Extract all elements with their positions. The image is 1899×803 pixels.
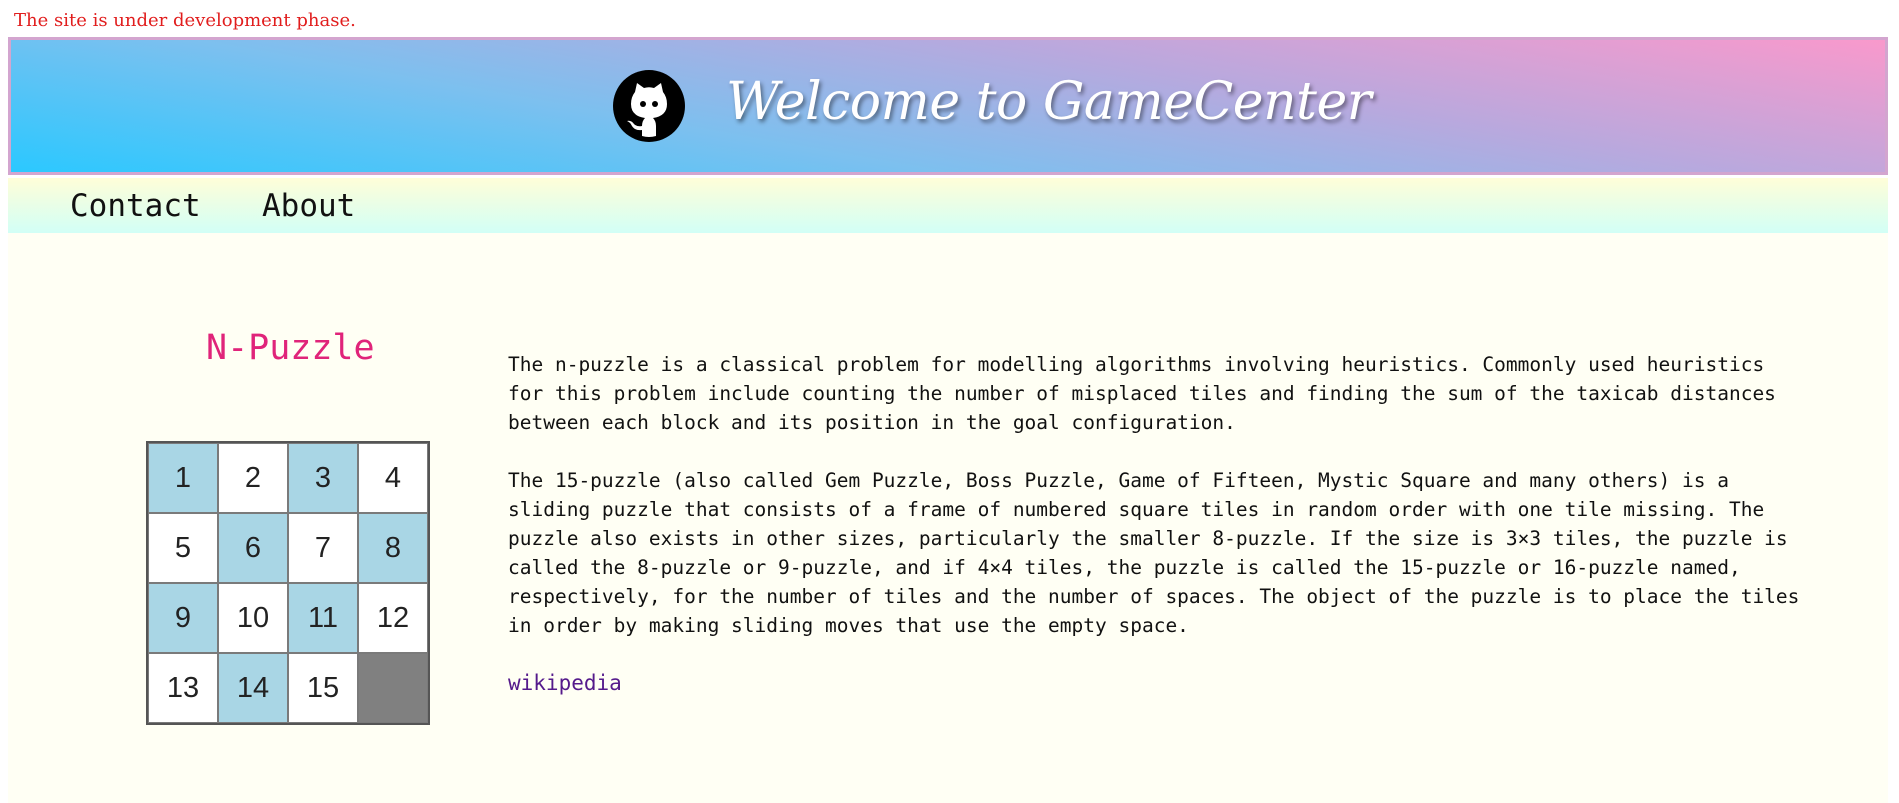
wikipedia-link[interactable]: wikipedia — [508, 671, 622, 695]
github-octocat-icon[interactable] — [613, 70, 685, 142]
puzzle-tile[interactable]: 7 — [288, 513, 358, 583]
puzzle-tile[interactable]: 8 — [358, 513, 428, 583]
puzzle-empty-slot[interactable] — [358, 653, 428, 723]
puzzle-tile[interactable]: 14 — [218, 653, 288, 723]
puzzle-tile[interactable]: 2 — [218, 443, 288, 513]
puzzle-board[interactable]: 1 2 3 4 5 6 7 8 9 10 11 12 13 14 15 — [146, 441, 430, 725]
header-title: Welcome to GameCenter — [726, 72, 1372, 132]
nav-about-link[interactable]: About — [262, 188, 355, 224]
puzzle-tile[interactable]: 9 — [148, 583, 218, 653]
description-paragraph-2: The 15-puzzle (also called Gem Puzzle, B… — [508, 469, 1800, 637]
puzzle-tile[interactable]: 4 — [358, 443, 428, 513]
puzzle-tile[interactable]: 15 — [288, 653, 358, 723]
puzzle-tile[interactable]: 6 — [218, 513, 288, 583]
main-nav: Contact About — [8, 178, 1888, 233]
site-header: Welcome to GameCenter — [8, 37, 1888, 175]
puzzle-tile[interactable]: 13 — [148, 653, 218, 723]
puzzle-tile[interactable]: 5 — [148, 513, 218, 583]
description-paragraph-1: The n-puzzle is a classical problem for … — [508, 353, 1776, 434]
development-notice: The site is under development phase. — [14, 10, 356, 31]
puzzle-tile[interactable]: 12 — [358, 583, 428, 653]
puzzle-title: N-Puzzle — [206, 328, 375, 368]
main-content: N-Puzzle 1 2 3 4 5 6 7 8 9 10 11 12 13 14 15 The n-puz… — [8, 233, 1888, 803]
puzzle-tile[interactable]: 10 — [218, 583, 288, 653]
puzzle-tile[interactable]: 11 — [288, 583, 358, 653]
puzzle-tile[interactable]: 3 — [288, 443, 358, 513]
puzzle-tile[interactable]: 1 — [148, 443, 218, 513]
nav-contact-link[interactable]: Contact — [70, 188, 201, 224]
description: The n-puzzle is a classical problem for … — [508, 350, 1808, 698]
